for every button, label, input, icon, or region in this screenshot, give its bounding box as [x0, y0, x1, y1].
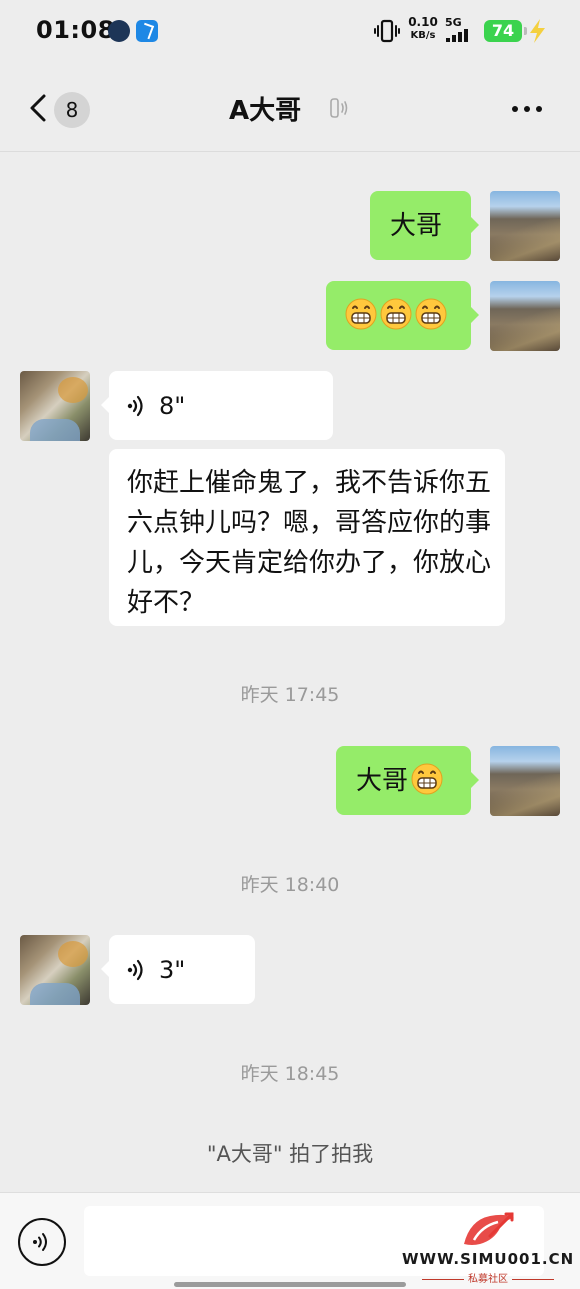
back-arrow-icon[interactable]: [26, 90, 54, 126]
voice-message-bubble[interactable]: 8": [101, 371, 333, 440]
app-notification-icon-2: [136, 20, 158, 42]
contact-avatar[interactable]: [20, 371, 90, 441]
my-avatar[interactable]: [490, 746, 560, 816]
contact-avatar[interactable]: [20, 935, 90, 1005]
battery-icon: 74: [484, 20, 527, 42]
grinning-face-emoji-icon: [345, 298, 377, 330]
earpiece-mode-icon: [330, 98, 348, 118]
voice-duration: 3": [159, 956, 186, 984]
watermark: WWW.SIMU001.CN 私募社区: [400, 1210, 576, 1285]
network-speed-unit: KB/s: [410, 30, 436, 41]
voice-wave-icon: [127, 395, 143, 417]
chat-header: 8 A大哥: [0, 62, 580, 152]
timestamp: 昨天 17:45: [240, 684, 340, 706]
grinning-face-emoji-icon: [411, 763, 443, 795]
voice-input-toggle-icon[interactable]: [18, 1218, 66, 1266]
message-text: 大哥: [390, 211, 443, 241]
message-bubble-received[interactable]: 你赶上催命鬼了，我不告诉你五六点钟儿吗？嗯，哥答应你的事儿，今天肯定给你办了，你…: [109, 449, 505, 626]
emoji-row: [342, 298, 447, 334]
network-type: 5G: [445, 16, 462, 29]
charging-icon: [530, 19, 545, 43]
watermark-logo-icon: [464, 1212, 514, 1245]
watermark-url: WWW.SIMU001.CN: [402, 1250, 575, 1268]
chat-title: A大哥: [229, 96, 302, 126]
home-indicator[interactable]: [174, 1282, 406, 1287]
vibrate-icon: [374, 19, 400, 43]
timestamp: 昨天 18:45: [240, 1063, 340, 1085]
network-speed: 0.10 KB/s: [408, 16, 438, 42]
message-text: 你赶上催命鬼了，我不告诉你五六点钟儿吗？嗯，哥答应你的事儿，今天肯定给你办了，你…: [127, 468, 492, 618]
status-time: 01:08: [36, 16, 115, 44]
my-avatar[interactable]: [490, 191, 560, 261]
message-bubble-sent-emoji[interactable]: [326, 281, 479, 350]
timestamp: 昨天 18:40: [240, 874, 340, 896]
message-bubble-sent[interactable]: 大哥: [336, 746, 479, 815]
voice-wave-icon: [127, 959, 143, 981]
voice-message-bubble[interactable]: 3": [101, 935, 255, 1004]
network-speed-value: 0.10: [408, 15, 438, 29]
status-bar: 01:08 0.10 KB/s 5G 74: [0, 0, 580, 62]
watermark-subtitle: 私募社区: [400, 1270, 576, 1285]
pat-notification: "A大哥" 拍了拍我: [206, 1142, 374, 1166]
grinning-face-emoji-icon: [415, 298, 447, 330]
message-bubble-sent[interactable]: 大哥: [370, 191, 479, 260]
message-content: 大哥: [356, 763, 443, 799]
unread-count-badge[interactable]: 8: [54, 92, 90, 128]
voice-duration: 8": [159, 392, 186, 420]
message-text: 大哥: [356, 766, 409, 796]
more-options-icon[interactable]: [512, 106, 542, 112]
my-avatar[interactable]: [490, 281, 560, 351]
grinning-face-emoji-icon: [380, 298, 412, 330]
cellular-signal-icon: 5G: [444, 16, 480, 44]
app-notification-icon: [108, 20, 130, 42]
